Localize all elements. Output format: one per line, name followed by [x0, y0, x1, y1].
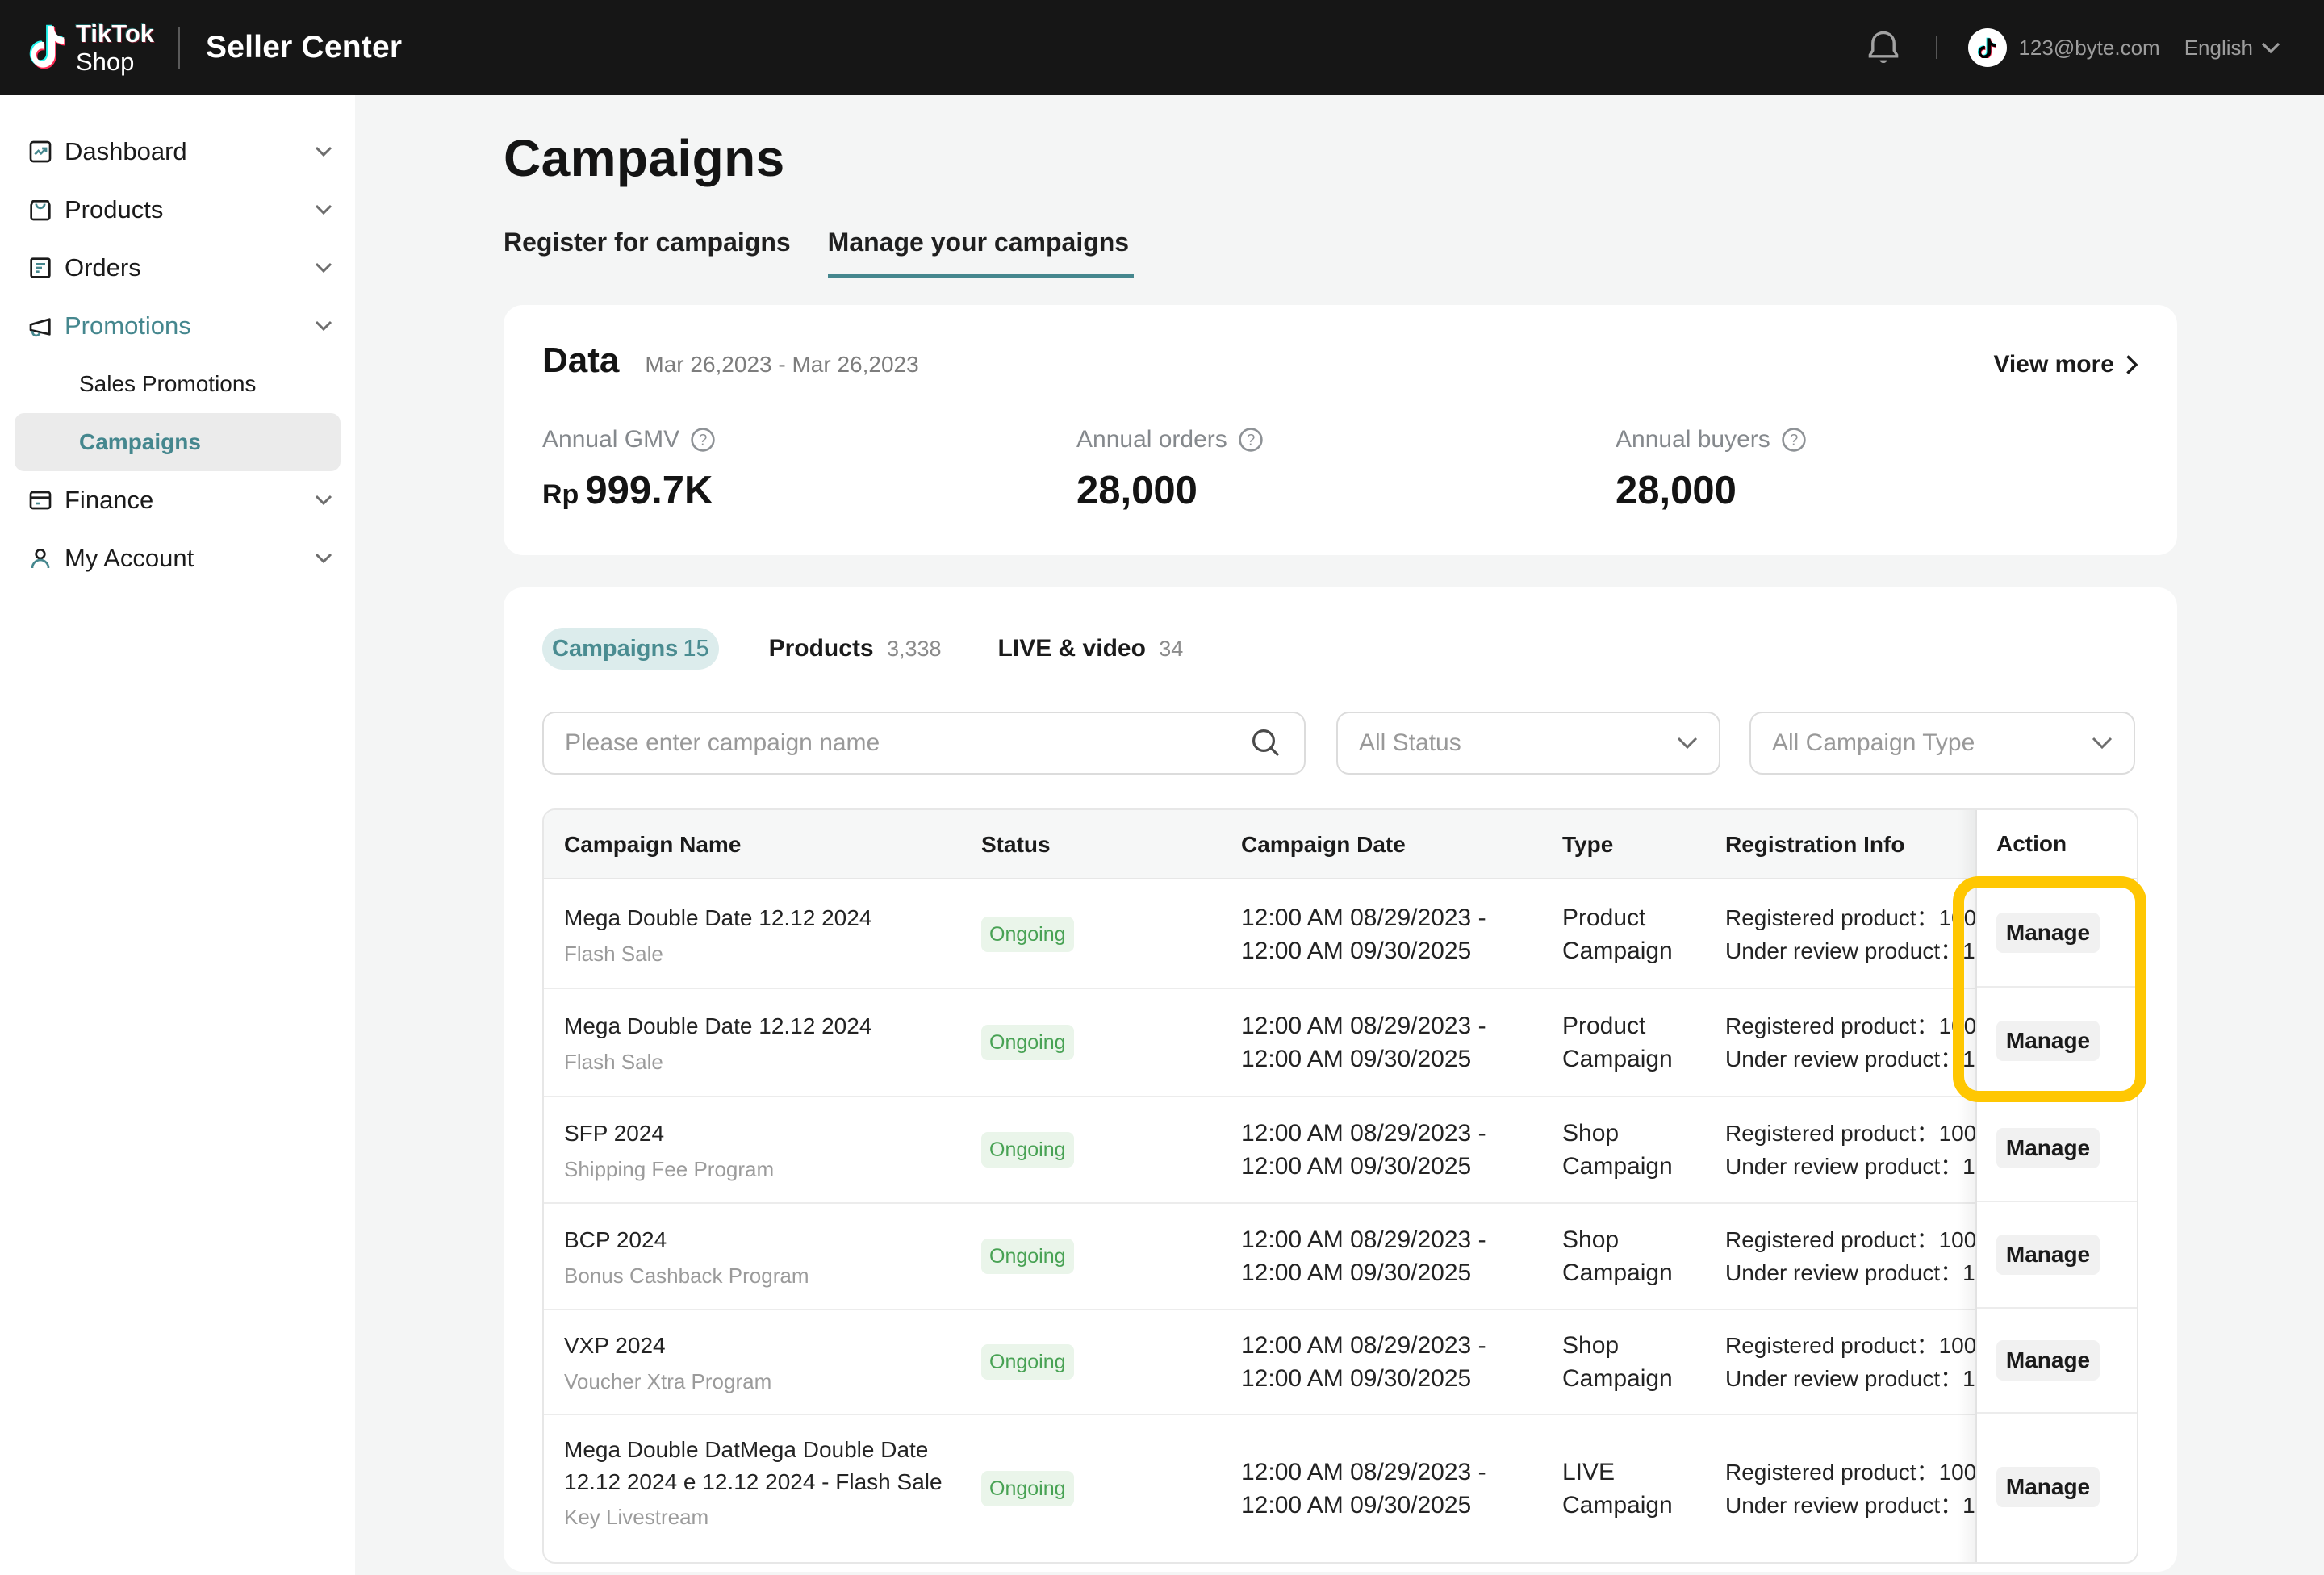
svg-text:?: ?	[1790, 432, 1799, 449]
svg-text:?: ?	[1247, 432, 1256, 449]
svg-text:?: ?	[699, 432, 708, 449]
